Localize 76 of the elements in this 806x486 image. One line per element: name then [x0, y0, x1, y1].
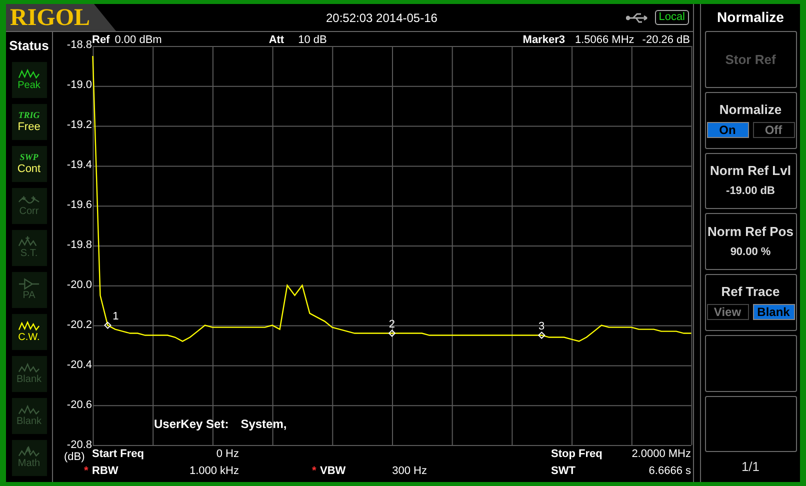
- parameter-label: SWT: [551, 466, 576, 477]
- att-label: Att: [268, 35, 284, 46]
- axis-tick-label: -20.2: [66, 320, 92, 331]
- status-label: Peak: [18, 81, 40, 91]
- parameter-label: Start Freq: [92, 449, 144, 460]
- toggle-option[interactable]: View: [706, 304, 748, 320]
- softkey-label: Ref Trace: [721, 284, 780, 298]
- marker-number: 2: [388, 318, 396, 330]
- parameter-value: 1.000 kHz: [189, 466, 239, 477]
- status-label: S.T.: [20, 249, 38, 259]
- axis-tick-label: -20.4: [66, 360, 92, 371]
- softkey[interactable]: Ref Trace View Blank: [704, 274, 796, 331]
- marker-level: -20.26 dB: [642, 35, 690, 46]
- softkey-label: Stor Ref: [725, 52, 776, 66]
- status-label: Corr: [19, 207, 39, 217]
- axis-tick-label: -19.2: [66, 120, 92, 131]
- axis-tick-label: -19.0: [66, 80, 92, 91]
- softkey[interactable]: [704, 334, 796, 392]
- parameter-label: RBW: [92, 466, 118, 477]
- status-label: Blank: [16, 375, 42, 385]
- toggle-option[interactable]: Blank: [752, 304, 794, 320]
- status-heading: TRIG: [18, 110, 40, 120]
- status-title: Status: [9, 37, 49, 55]
- softkey-value: 90.00 %: [730, 247, 771, 258]
- axis-tick-label: -20.0: [66, 280, 92, 291]
- marker-label: Marker3: [522, 35, 565, 46]
- asterisk-text: *: [312, 466, 316, 477]
- softkey[interactable]: Norm Ref Lvl -19.00 dB: [704, 152, 796, 210]
- axis-unit-label: (dB): [64, 452, 85, 463]
- softkey[interactable]: Normalize On Off: [704, 92, 796, 148]
- date-time: 20:52:03 2014-05-16: [326, 10, 438, 26]
- att-value: 10 dB: [298, 35, 327, 46]
- marker-number: 1: [112, 310, 119, 322]
- usb-icon: [626, 12, 650, 24]
- menu-title: Normalize: [717, 8, 784, 27]
- userkey-label: UserKey Set:: [154, 418, 229, 430]
- parameter-label: Stop Freq: [551, 449, 602, 460]
- status-label: C.W.: [18, 333, 40, 343]
- status-heading: SWP: [20, 152, 38, 162]
- status-button[interactable]: TRIG Free: [12, 104, 46, 140]
- parameter-value: 6.6666 s: [648, 466, 691, 477]
- axis-tick-label: -19.8: [66, 240, 92, 251]
- status-value: Free: [18, 122, 40, 132]
- marker-number: 3: [538, 320, 545, 332]
- toggle-option[interactable]: On: [706, 122, 748, 138]
- local-badge: Local: [654, 10, 689, 25]
- status-label: Math: [18, 459, 40, 469]
- axis-tick-label: -20.8: [66, 440, 92, 451]
- status-button[interactable]: Peak: [12, 62, 46, 98]
- rigol-logo: RIGOL: [6, 4, 116, 31]
- softkey-label: Normalize: [719, 102, 782, 116]
- softkey-value: -19.00 dB: [726, 186, 775, 198]
- userkey-value: System,: [240, 418, 287, 430]
- parameter-value: 2.0000 MHz: [632, 449, 691, 460]
- softkey-label: Norm Ref Lvl: [710, 164, 791, 178]
- toggle-option[interactable]: Off: [752, 122, 794, 138]
- axis-tick-label: -18.8: [66, 40, 92, 51]
- status-button[interactable]: C.W.: [12, 314, 46, 350]
- status-button[interactable]: SWP Cont: [12, 146, 46, 182]
- parameter-value: 0 Hz: [216, 449, 239, 460]
- axis-tick-label: -19.6: [66, 200, 92, 211]
- softkey-label: Norm Ref Pos: [708, 225, 794, 238]
- status-label: PA: [22, 291, 36, 301]
- parameter-label: VBW: [320, 466, 346, 477]
- page-indicator: 1/1: [741, 458, 760, 476]
- axis-tick-label: -20.6: [66, 400, 92, 411]
- status-label: Blank: [16, 417, 42, 427]
- marker-frequency: 1.5066 MHz: [574, 35, 634, 46]
- softkey[interactable]: [704, 396, 796, 452]
- axis-tick-label: -19.4: [66, 160, 92, 171]
- softkey[interactable]: Norm Ref Pos 90.00 %: [704, 213, 796, 270]
- ref-value: 0.00 dBm: [114, 35, 162, 46]
- parameter-value: 300 Hz: [392, 466, 427, 477]
- asterisk-text: *: [84, 466, 88, 477]
- ref-label: Ref: [92, 35, 110, 46]
- status-value: Cont: [17, 164, 41, 174]
